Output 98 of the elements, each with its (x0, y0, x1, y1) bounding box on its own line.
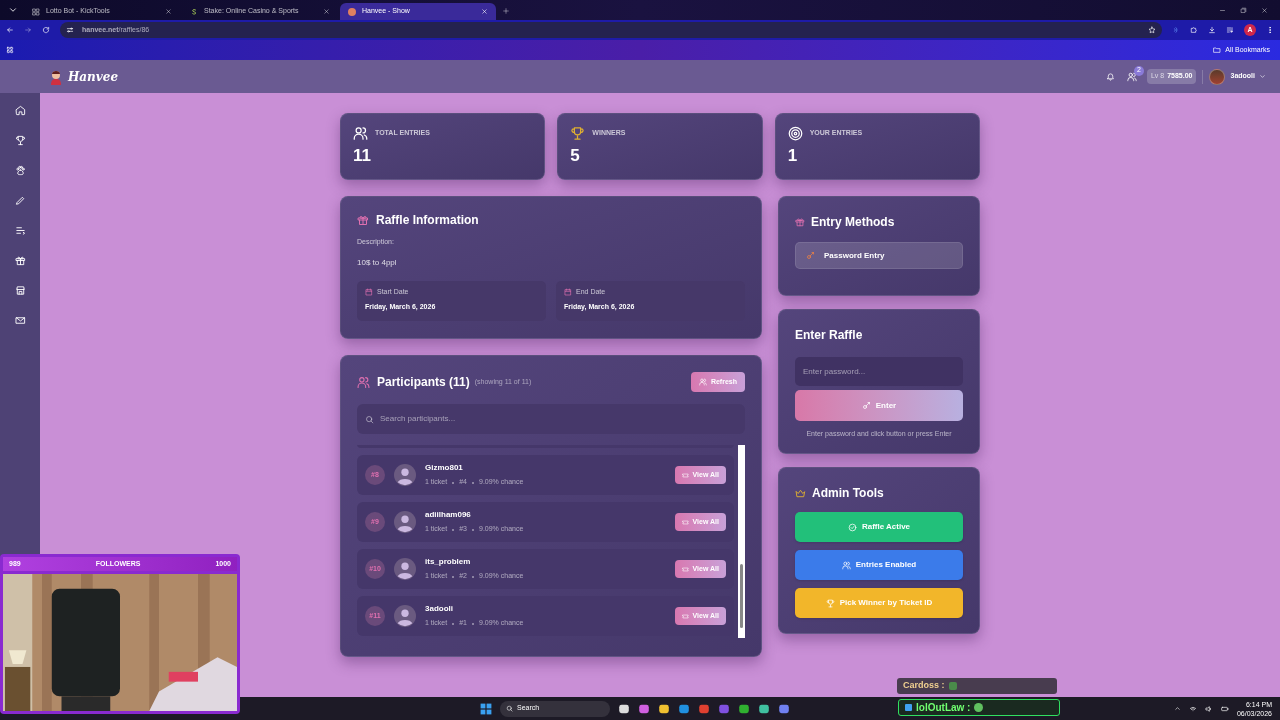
puzzle-icon[interactable] (1190, 26, 1198, 34)
avatar-icon (348, 7, 356, 16)
list-icon (14, 225, 26, 236)
apps-grid-icon[interactable] (6, 46, 14, 54)
gift-icon (14, 255, 26, 266)
square-app-icon[interactable] (718, 702, 730, 715)
sidebar-item[interactable] (14, 285, 26, 296)
check-circle-icon (847, 522, 857, 532)
grid-icon (32, 7, 40, 16)
card-title: Admin Tools (812, 485, 884, 502)
site-settings-icon[interactable] (66, 26, 74, 34)
mail-icon (14, 315, 26, 326)
target-icon (787, 126, 803, 141)
gift-icon (795, 217, 805, 227)
admin-action-button[interactable]: Entries Enabled (795, 550, 963, 580)
sidebar-item[interactable] (14, 165, 26, 176)
gift-icon (357, 214, 369, 226)
bell-icon[interactable] (1105, 72, 1115, 81)
home-icon (14, 105, 26, 116)
trophy-icon (14, 135, 26, 146)
stat-value: 5 (570, 145, 581, 167)
password-field[interactable]: Enter password... (795, 357, 963, 386)
crown-icon (795, 487, 806, 499)
emote-icon (974, 703, 984, 712)
ticket-icon (681, 612, 689, 620)
user-avatar (394, 464, 416, 486)
plus-icon[interactable] (502, 7, 510, 15)
sidebar-item[interactable] (14, 195, 26, 206)
description-text: 10$ to 4ppl (357, 256, 398, 269)
chat-username: lolOutLaw : (916, 701, 971, 715)
participant-name: its_problem (425, 556, 472, 569)
participant-name: adiilham096 (425, 509, 472, 522)
search-input[interactable]: Search participants... (380, 413, 737, 425)
more-menu-icon[interactable] (1266, 26, 1274, 34)
stat-value: 11 (353, 145, 372, 167)
chat-username: Cardoss : (903, 679, 945, 693)
friends-icon[interactable] (1126, 71, 1137, 82)
chevron-up-icon[interactable] (1173, 705, 1181, 712)
key-icon (861, 401, 871, 410)
calendar-icon (365, 287, 373, 296)
avatar-logo-icon (48, 68, 64, 85)
badge-icon (905, 704, 912, 711)
s-logo-icon (190, 7, 198, 16)
card-title: Entry Methods (811, 214, 895, 231)
back-arrow-icon[interactable] (6, 26, 14, 34)
ticket-icon (681, 565, 689, 573)
download-icon[interactable] (1208, 26, 1216, 34)
reload-icon[interactable] (42, 26, 50, 34)
close-icon[interactable] (1261, 7, 1268, 14)
wifi-icon[interactable] (1188, 704, 1197, 713)
participant-name: Gizmo801 (425, 462, 464, 475)
calendar-icon (564, 287, 572, 296)
users-icon (698, 378, 707, 386)
emote-icon (948, 682, 957, 690)
close-icon[interactable] (481, 8, 488, 15)
card-title: Raffle Information (376, 212, 479, 229)
battery-icon[interactable] (1220, 704, 1229, 713)
sidebar-item[interactable] (14, 135, 26, 146)
stat-value: 1 (787, 145, 799, 167)
volume-icon[interactable] (1204, 704, 1213, 713)
trophy-icon (825, 598, 835, 608)
search-icon (365, 414, 374, 424)
star-icon[interactable] (1148, 26, 1156, 34)
user-avatar[interactable] (1209, 68, 1226, 85)
sidebar-item[interactable] (14, 105, 26, 116)
user-avatar (394, 558, 416, 580)
restore-icon[interactable] (1240, 7, 1247, 14)
scrollbar-thumb[interactable] (740, 564, 743, 628)
users-icon (353, 126, 368, 141)
minimize-icon[interactable] (1219, 7, 1226, 14)
scrollbar[interactable] (738, 445, 745, 638)
sidebar-item[interactable] (14, 255, 26, 266)
card-title: Participants (11) (377, 374, 470, 391)
users-icon (841, 560, 851, 570)
start-icon[interactable] (480, 702, 492, 715)
paw-icon (14, 165, 26, 176)
search-icon (506, 705, 513, 712)
store-icon (14, 285, 26, 296)
sidebar-item[interactable] (14, 315, 26, 326)
user-avatar (394, 511, 416, 533)
card-title: Enter Raffle (795, 327, 864, 344)
user-avatar (394, 605, 416, 627)
key-icon (806, 251, 815, 260)
participant-name: 3adooli (425, 603, 454, 616)
site-logo[interactable]: Hanvee (68, 67, 119, 86)
search-field[interactable]: Search participants... (357, 404, 745, 434)
chevron-down-icon[interactable] (8, 5, 18, 15)
media-icon[interactable] (1226, 26, 1234, 34)
ticket-icon (681, 518, 689, 526)
close-icon[interactable] (165, 8, 172, 15)
close-icon[interactable] (323, 8, 330, 15)
ticket-icon (681, 471, 689, 479)
entry-method-button[interactable]: Password Entry (795, 242, 963, 269)
users-icon (357, 375, 370, 389)
forward-arrow-icon[interactable] (24, 26, 32, 34)
trophy-icon (570, 126, 586, 141)
pencil-icon (14, 195, 26, 206)
sidebar-item[interactable] (14, 225, 26, 236)
